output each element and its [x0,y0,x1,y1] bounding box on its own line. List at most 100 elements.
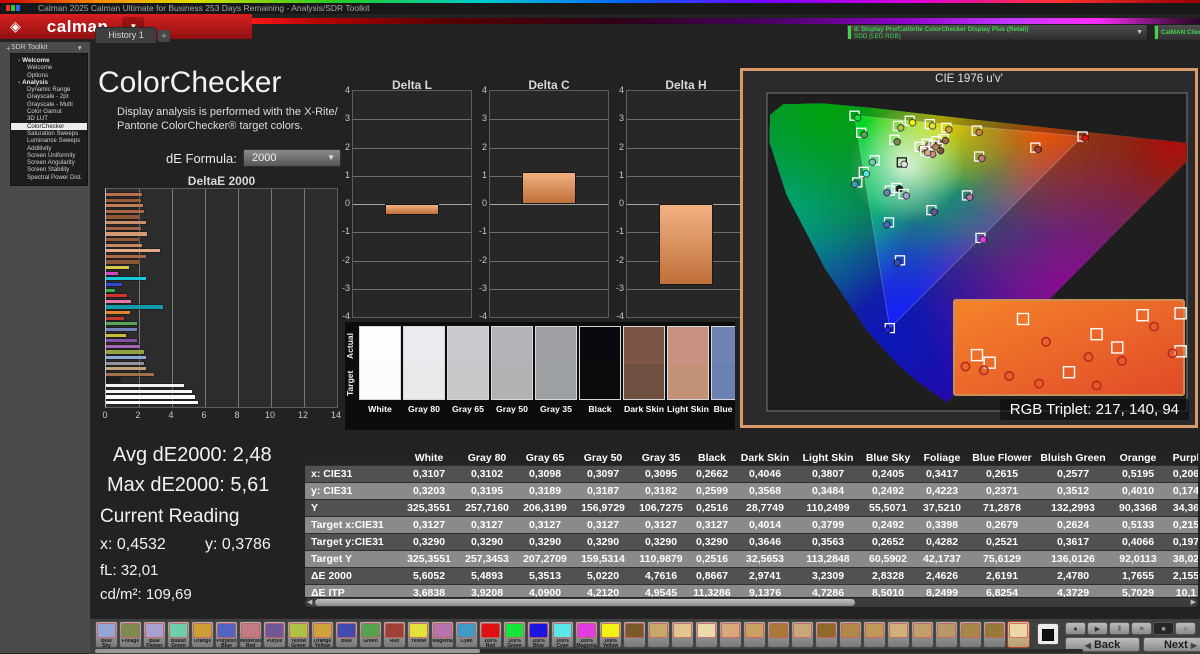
sidebar-item-screen-stability[interactable]: Screen Stability [11,166,87,173]
patch-button-skin-36[interactable] [959,621,982,648]
table-scrollbar-thumb[interactable] [315,599,855,606]
patch-button-skin-38[interactable] [1007,621,1030,648]
sidebar-item-grayscale-2pt[interactable]: Grayscale - 2pt [11,93,87,100]
sidebar-item-welcome[interactable]: Welcome [11,64,87,71]
transport-button-4[interactable]: ≡ [1131,622,1152,635]
patch-button-purple[interactable]: Purple [263,621,286,648]
inset-measured-point [1040,336,1051,347]
swatch-gray-35[interactable]: Gray 35 [535,326,577,414]
patch-button-100-blue[interactable]: 100% Blue [527,621,550,649]
device-button-1[interactable]: d. Display Pro/Calibrite ColorChecker Di… [846,24,1148,41]
patch-label: Orange Yellow [313,639,332,649]
scroll-right-icon[interactable]: ▶ [1191,598,1196,607]
patch-button-skin-31[interactable] [839,621,862,648]
patch-button-yellow-green[interactable]: Yellow Green [287,621,310,649]
de-formula-dropdown[interactable]: 2000 ▼ [243,149,341,167]
patch-button-100-cyan[interactable]: 100% Cyan [551,621,574,649]
swatch-dark-skin[interactable]: Dark Skin [623,326,665,414]
patch-button-skin-32[interactable] [863,621,886,648]
transport-button-5[interactable]: ■ [1153,622,1174,635]
sidebar-item-additivity[interactable]: Additivity [11,145,87,152]
sidebar-group-welcome[interactable]: › Welcome [11,57,87,64]
sidebar-group-analysis[interactable]: › Analysis [11,79,87,86]
transport-button-2[interactable]: ▶ [1087,622,1108,635]
sidebar-item-screen-uniformity[interactable]: Screen Uniformity [11,152,87,159]
patch-button-orange-yellow[interactable]: Orange Yellow [311,621,334,649]
sidebar-item-saturation-sweeps[interactable]: Saturation Sweeps [11,130,87,137]
patch-button-skin-34[interactable] [911,621,934,648]
patch-button-green[interactable]: Green [359,621,382,648]
toolbar-scrollbar-thumb[interactable] [95,649,480,653]
table-cell: 4,2120 [586,587,620,597]
table-cell: 34,36 [1172,502,1198,514]
swatch-white[interactable]: White [359,326,401,414]
swatch-gray-80[interactable]: Gray 80 [403,326,445,414]
swatch-light-skin[interactable]: Light Skin [667,326,709,414]
transport-button-3[interactable]: ‖ [1109,622,1130,635]
patch-button-red[interactable]: Red [383,621,406,648]
patch-button-magenta[interactable]: Magenta [431,621,454,648]
patch-label: Blue Sky [101,639,112,649]
patch-button-yellow[interactable]: Yellow [407,621,430,648]
swatch-gray-65[interactable]: Gray 65 [447,326,489,414]
patch-button-blue[interactable]: Blue [335,621,358,648]
delta-bar [521,171,577,204]
patch-button-skin-22[interactable] [623,621,646,648]
swatch-black[interactable]: Black [579,326,621,414]
swatch-label: Light Skin [667,404,709,414]
patch-button-skin-26[interactable] [719,621,742,648]
patch-button-blue-sky[interactable]: Blue Sky [95,621,118,649]
sidebar-item-color-gamut[interactable]: Color Gamut [11,108,87,115]
patch-button-100-green[interactable]: 100% Green [503,621,526,649]
cie-1976-panel[interactable]: CIE 1976 u'v' 0 0,05 0,1 0,15 0,2 0,25 0,3 0,35… [740,68,1198,428]
swatch-target-color [624,364,664,399]
transport-button-6[interactable]: ○ [1175,622,1196,635]
patch-button-orange[interactable]: Orange [191,621,214,648]
swatch-blue-sky[interactable]: Blue Sky [711,326,735,414]
patch-button-100-yellow[interactable]: 100% Yellow [599,621,622,649]
patch-button-skin-24[interactable] [671,621,694,648]
y-tick-label: -2 [341,254,350,265]
patch-button-skin-37[interactable] [983,621,1006,648]
new-tab-button[interactable]: + [158,30,170,42]
patch-button-bluish-green[interactable]: Bluish Green [167,621,190,649]
patch-button-moderate-red[interactable]: Moderate Red [239,621,262,649]
sidebar-item-grayscale-multi[interactable]: Grayscale - Multi [11,101,87,108]
patch-button-foliage[interactable]: Foliage [119,621,142,648]
actual-row-label: Actual [345,333,355,359]
swatch-gray-50[interactable]: Gray 50 [491,326,533,414]
sidebar-item-options[interactable]: Options [11,72,87,79]
patch-button-skin-33[interactable] [887,621,910,648]
device-button-2[interactable]: CalMAN Client 3 Pattern Generator▼ [1153,24,1200,41]
tab-history-1[interactable]: History 1 [95,27,157,43]
scroll-left-icon[interactable]: ◀ [307,598,312,607]
patch-button-blue-flower[interactable]: Blue Flower [143,621,166,649]
patch-button-100-magenta[interactable]: 100% Magenta [575,621,598,649]
patch-button-cyan[interactable]: Cyan [455,621,478,648]
sidebar-collapse-icon[interactable]: + [6,44,11,53]
sidebar-item-colorchecker[interactable]: ColorChecker [11,122,87,130]
sidebar-item-screen-angularity[interactable]: Screen Angularity [11,159,87,166]
patch-button-skin-29[interactable] [791,621,814,648]
sidebar-pin-icon[interactable]: ▾ [78,44,82,52]
next-button[interactable]: Next ▶ [1143,637,1200,652]
sidebar-item-dynamic-range[interactable]: Dynamic Range [11,86,87,93]
cie-measured-point [979,235,987,244]
toolbar-scrollbar[interactable] [95,649,1083,653]
sidebar-item-spectral-power-dist-[interactable]: Spectral Power Dist. [11,174,87,181]
sidebar-item-luminance-sweeps[interactable]: Luminance Sweeps [11,137,87,144]
patch-button-skin-23[interactable] [647,621,670,648]
patch-button-skin-30[interactable] [815,621,838,648]
transport-button-1[interactable]: ● [1065,622,1086,635]
patch-button-skin-35[interactable] [935,621,958,648]
patch-button-skin-25[interactable] [695,621,718,648]
patch-label [936,639,957,649]
patch-button-skin-28[interactable] [767,621,790,648]
inset-measured-point [1091,380,1102,391]
sidebar-item-3d-lut[interactable]: 3D LUT [11,115,87,122]
patch-button-skin-27[interactable] [743,621,766,648]
patch-button-100-red[interactable]: 100% Red [479,621,502,649]
table-scrollbar[interactable]: ◀ ▶ [305,598,1198,607]
patch-button-purplish-blue[interactable]: Purplish Blue [215,621,238,649]
stop-pattern-button[interactable] [1037,623,1059,645]
